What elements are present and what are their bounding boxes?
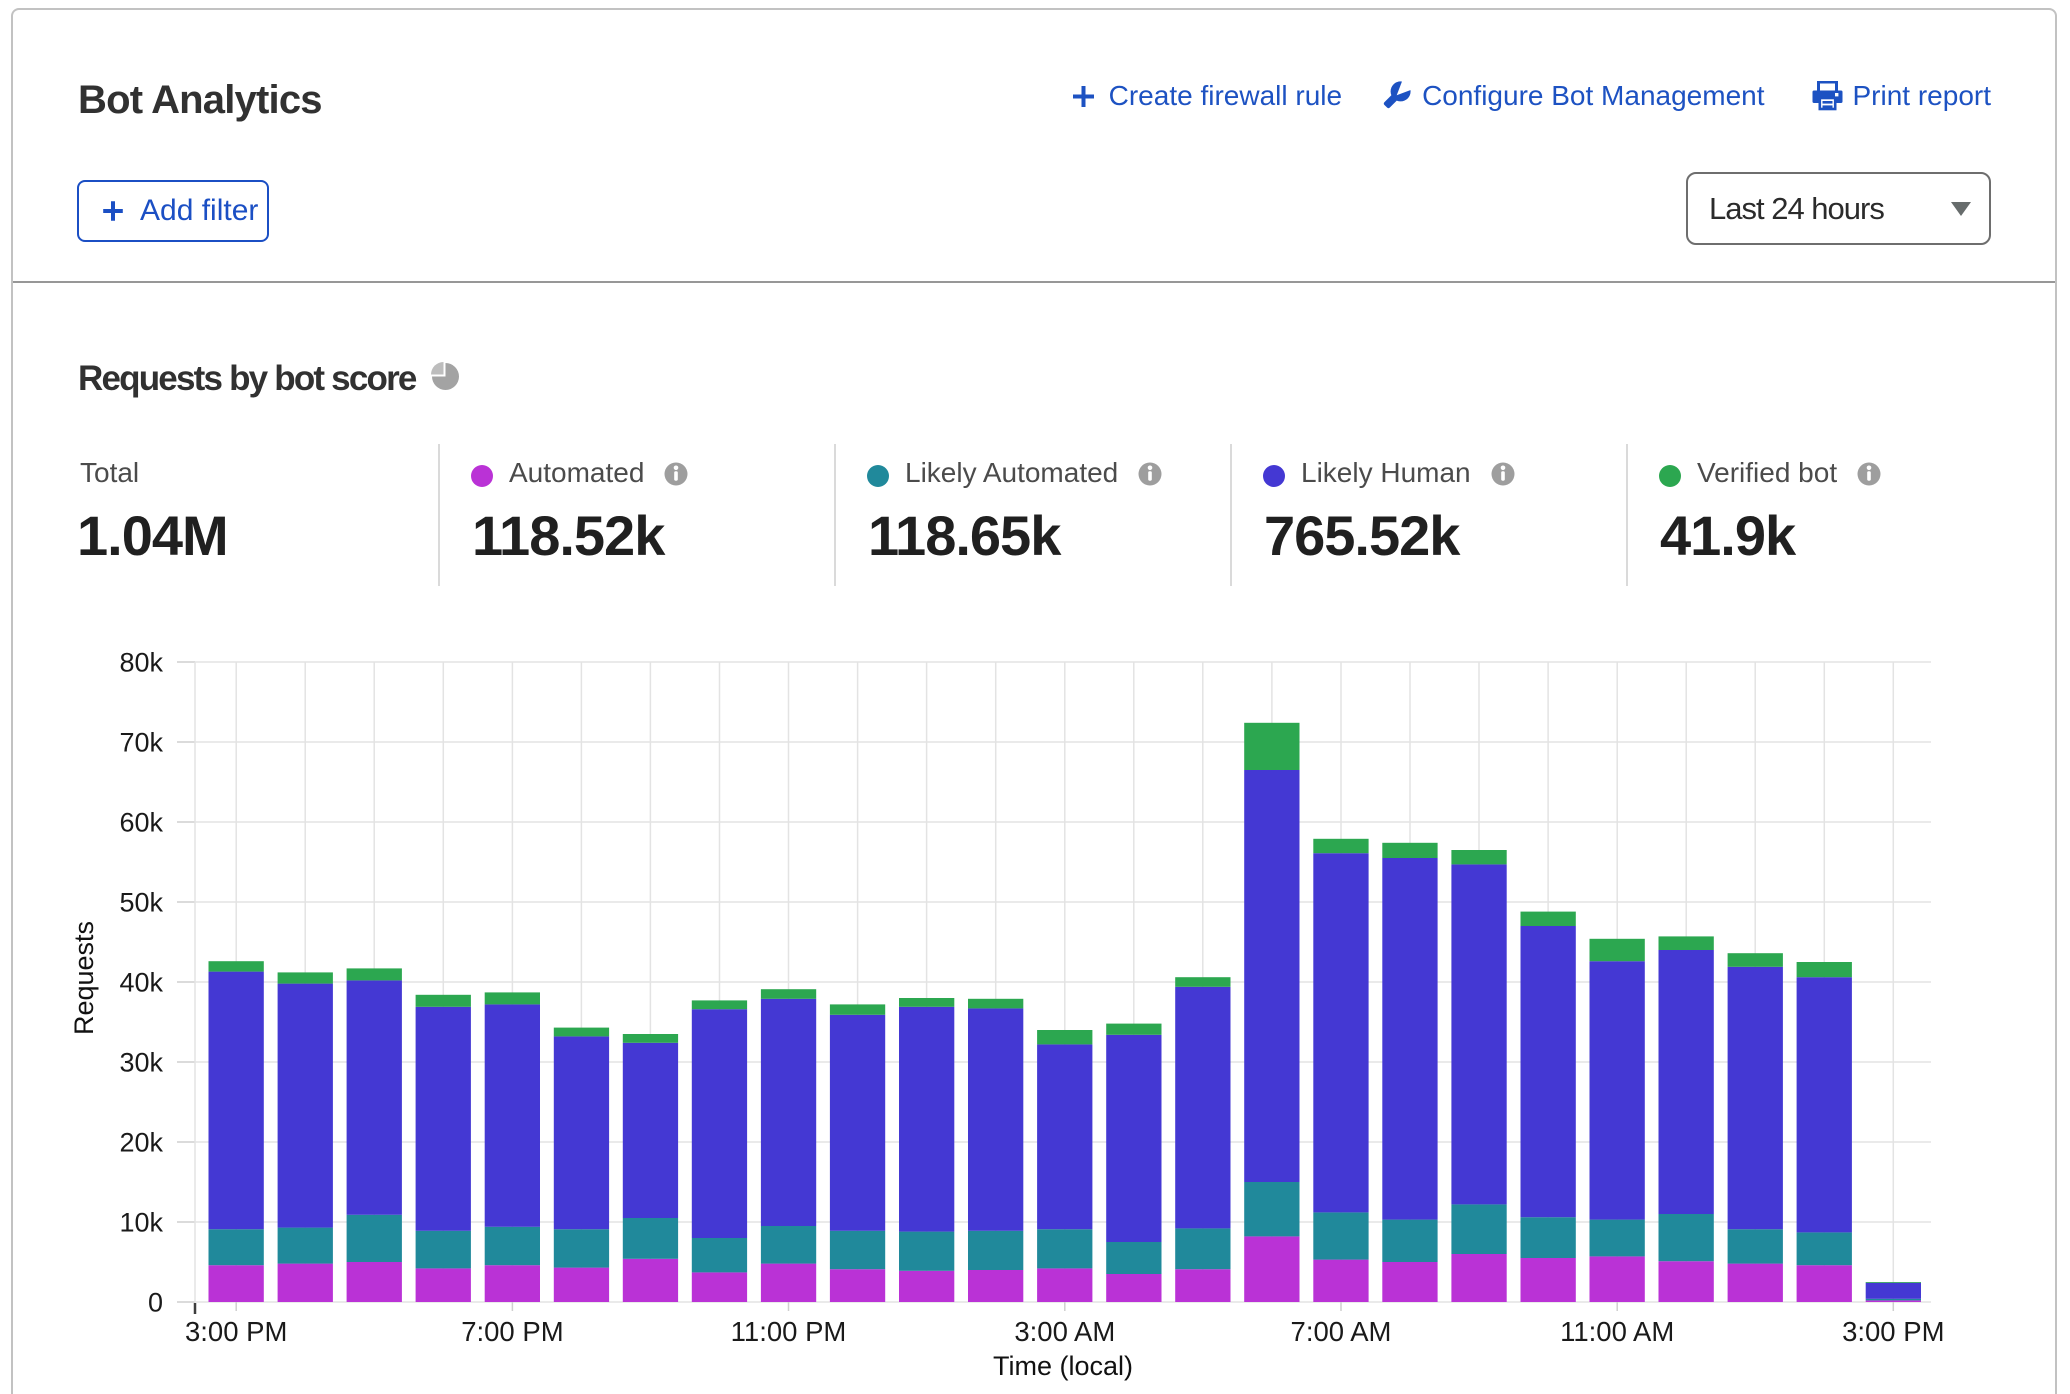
svg-text:10k: 10k — [119, 1208, 163, 1238]
svg-text:40k: 40k — [119, 968, 163, 998]
svg-text:60k: 60k — [119, 808, 163, 838]
svg-text:7:00 AM: 7:00 AM — [1291, 1316, 1392, 1347]
svg-text:80k: 80k — [119, 648, 163, 678]
svg-text:3:00 PM: 3:00 PM — [185, 1316, 287, 1347]
svg-text:11:00 PM: 11:00 PM — [731, 1316, 847, 1347]
svg-text:70k: 70k — [119, 728, 163, 758]
svg-text:20k: 20k — [119, 1128, 163, 1158]
svg-text:7:00 PM: 7:00 PM — [461, 1316, 563, 1347]
svg-text:30k: 30k — [119, 1048, 163, 1078]
svg-text:Requests: Requests — [69, 921, 99, 1035]
svg-text:0: 0 — [148, 1288, 163, 1318]
svg-text:50k: 50k — [119, 888, 163, 918]
svg-text:Time (local): Time (local) — [993, 1351, 1133, 1381]
svg-text:3:00 AM: 3:00 AM — [1014, 1316, 1115, 1347]
svg-text:3:00 PM: 3:00 PM — [1842, 1316, 1944, 1347]
svg-text:11:00 AM: 11:00 AM — [1560, 1316, 1674, 1347]
